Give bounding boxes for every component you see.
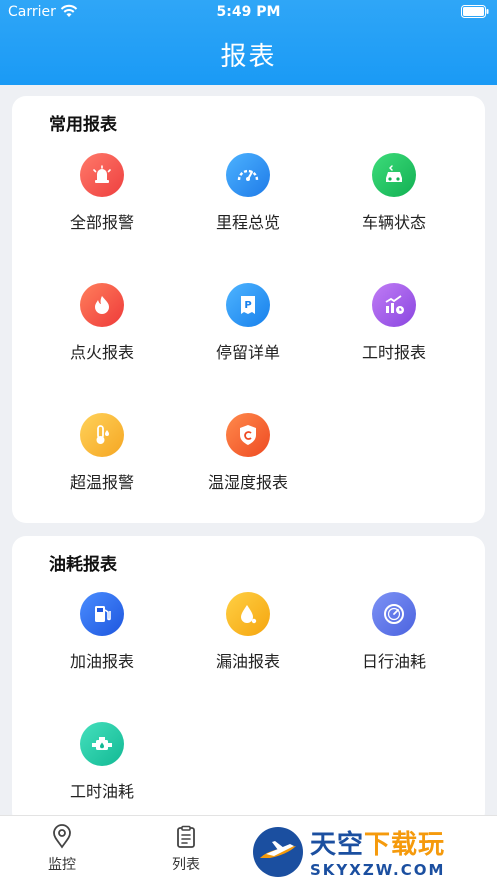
report-stay-details[interactable]: P 停留详单 xyxy=(173,283,323,363)
location-pin-icon xyxy=(53,824,71,849)
report-mileage-overview[interactable]: 里程总览 xyxy=(173,153,323,233)
header: Carrier 5:49 PM 报表 xyxy=(0,0,497,85)
watermark-en: SKYXZW.COM xyxy=(310,861,446,879)
watermark: 天空下载玩 SKYXZW.COM xyxy=(248,820,497,883)
item-label: 车辆状态 xyxy=(361,213,426,232)
gauge-icon xyxy=(372,592,416,636)
tab-label: 监控 xyxy=(48,857,76,873)
status-bar: Carrier 5:49 PM xyxy=(0,0,497,26)
page-title: 报表 xyxy=(220,42,277,72)
watermark-cn-main: 天空 xyxy=(310,830,365,860)
item-label: 停留详单 xyxy=(215,343,280,362)
airplane-logo-icon xyxy=(253,826,303,877)
parking-icon: P xyxy=(226,283,270,327)
tab-label: 列表 xyxy=(172,857,200,873)
fuel-pump-icon xyxy=(80,592,124,636)
item-label: 工时报表 xyxy=(361,343,426,362)
item-label: 全部报警 xyxy=(69,213,134,232)
chart-clock-icon xyxy=(372,283,416,327)
watermark-cn-accent: 下载玩 xyxy=(364,830,446,860)
status-time: 5:49 PM xyxy=(216,4,281,20)
item-label: 加油报表 xyxy=(69,652,134,671)
speedometer-icon xyxy=(226,153,270,197)
report-work-hours[interactable]: 工时报表 xyxy=(319,283,469,363)
fire-icon xyxy=(80,283,124,327)
tab-monitor[interactable]: 监控 xyxy=(22,824,102,874)
item-label: 日行油耗 xyxy=(361,652,426,671)
report-hour-fuel[interactable]: 工时油耗 xyxy=(27,722,177,802)
report-oil-leak[interactable]: 漏油报表 xyxy=(173,592,323,672)
thermometer-icon xyxy=(80,413,124,457)
item-label: 里程总览 xyxy=(215,213,280,232)
report-all-alarms[interactable]: 全部报警 xyxy=(27,153,177,233)
shield-humidity-icon xyxy=(226,413,270,457)
clipboard-icon xyxy=(177,825,195,848)
tab-list[interactable]: 列表 xyxy=(146,824,226,874)
engine-icon xyxy=(80,722,124,766)
report-over-temp-alarm[interactable]: 超温报警 xyxy=(27,413,177,493)
report-ignition[interactable]: 点火报表 xyxy=(27,283,177,363)
watermark-text: 天空下载玩 SKYXZW.COM xyxy=(310,824,445,879)
oil-drop-icon xyxy=(226,592,270,636)
item-label: 漏油报表 xyxy=(215,652,280,671)
report-vehicle-status[interactable]: 车辆状态 xyxy=(319,153,469,233)
battery-icon xyxy=(461,5,489,18)
section-title: 常用报表 xyxy=(49,115,117,135)
svg-text:P: P xyxy=(244,300,251,311)
common-reports-card: 常用报表 全部报警 里程总览 车辆状态 点火报表 P 停留详单 工时报表 超温报… xyxy=(12,96,485,523)
report-daily-fuel[interactable]: 日行油耗 xyxy=(319,592,469,672)
siren-icon xyxy=(80,153,124,197)
section-title: 油耗报表 xyxy=(49,555,117,575)
report-refuel[interactable]: 加油报表 xyxy=(27,592,177,672)
car-icon xyxy=(372,153,416,197)
fuel-reports-card: 油耗报表 加油报表 漏油报表 日行油耗 工时油耗 xyxy=(12,536,485,826)
item-label: 超温报警 xyxy=(69,473,134,492)
item-label: 温湿度报表 xyxy=(207,473,288,492)
item-label: 点火报表 xyxy=(69,343,134,362)
report-temp-humidity[interactable]: 温湿度报表 xyxy=(173,413,323,493)
item-label: 工时油耗 xyxy=(69,782,134,801)
